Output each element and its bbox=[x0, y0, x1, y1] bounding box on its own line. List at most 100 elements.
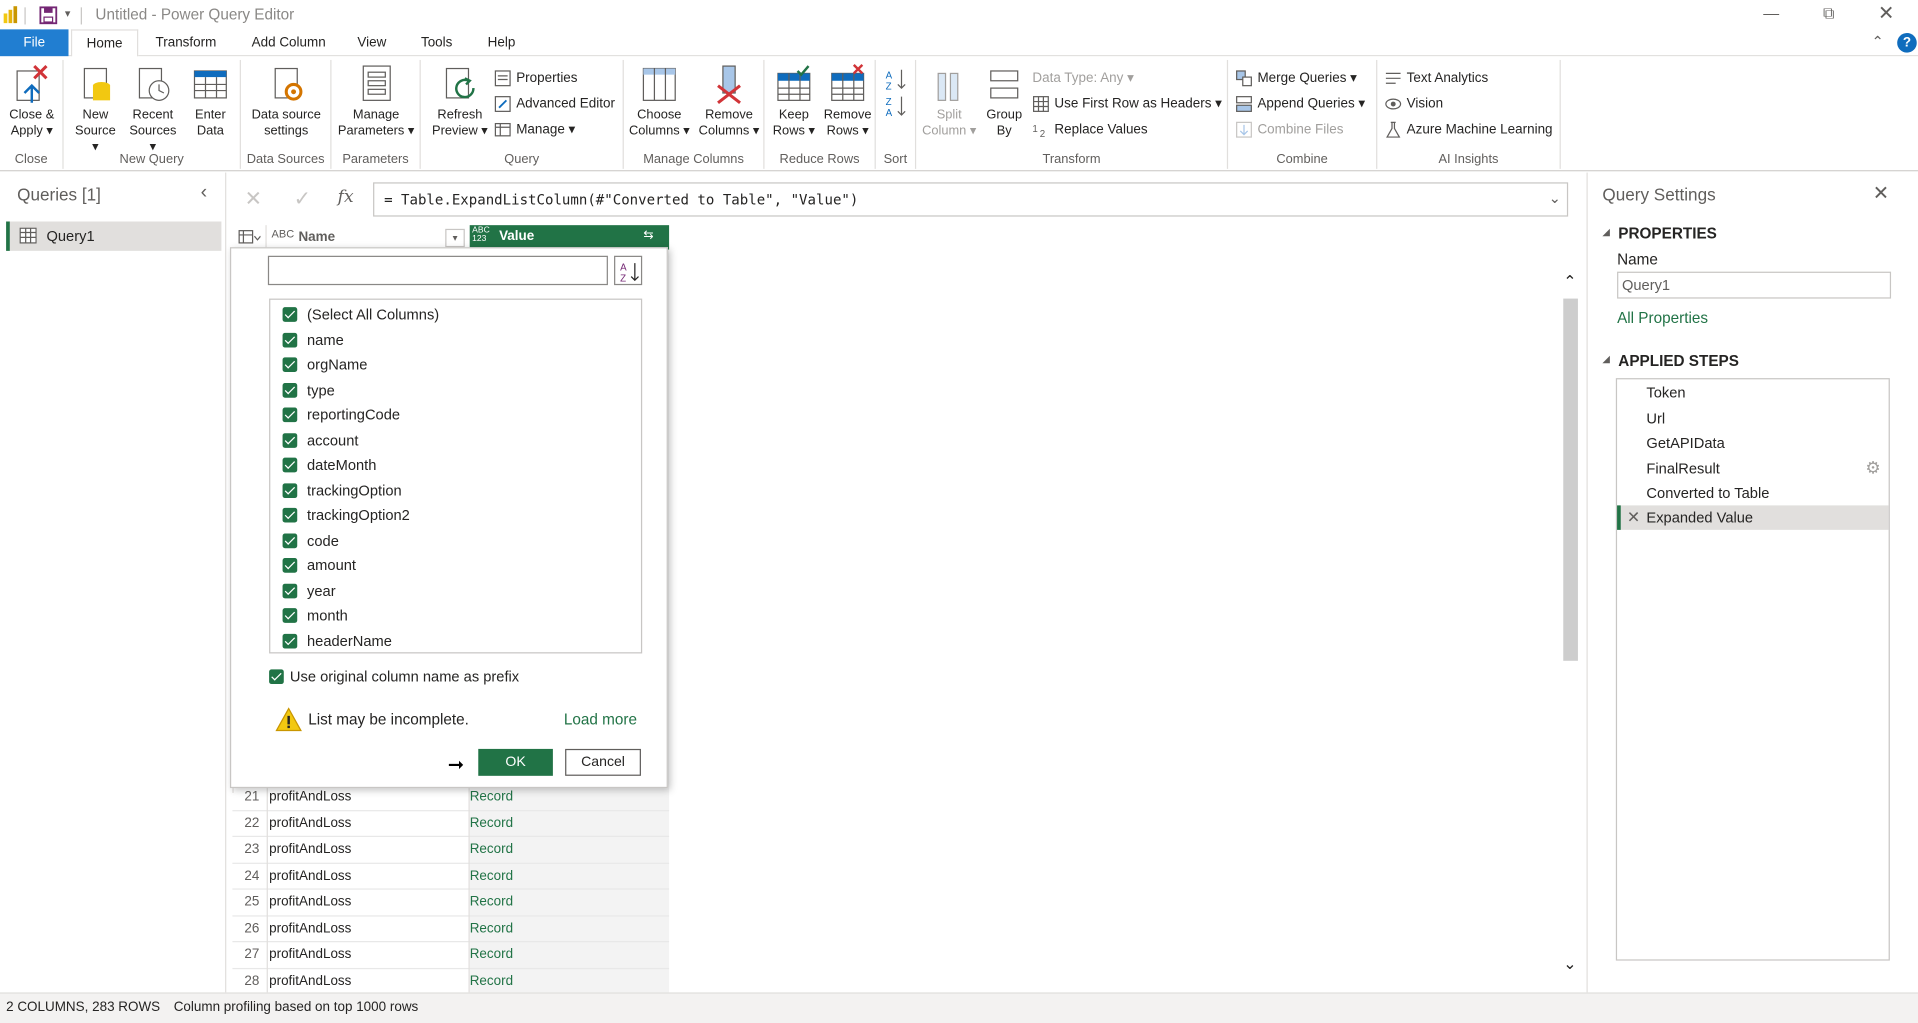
remove-rows-button[interactable]: Remove Rows ▾ bbox=[821, 63, 875, 140]
record-link[interactable]: Record bbox=[470, 789, 513, 804]
tab-add-column[interactable]: Add Column bbox=[242, 29, 335, 56]
combine-files-button[interactable]: Combine Files bbox=[1235, 119, 1343, 141]
ok-button[interactable]: OK bbox=[478, 748, 553, 776]
all-properties-link[interactable]: All Properties bbox=[1617, 310, 1708, 327]
quick-access-dropdown-icon[interactable]: ▾ bbox=[65, 7, 71, 20]
sort-descending-icon[interactable]: ZA bbox=[886, 94, 908, 122]
help-icon[interactable]: ? bbox=[1897, 33, 1917, 53]
refresh-preview-button[interactable]: Refresh Preview ▾ bbox=[431, 64, 490, 140]
group-by-button[interactable]: Group By bbox=[980, 64, 1029, 140]
text-type-icon[interactable]: ABC bbox=[272, 228, 295, 240]
collapse-properties-icon[interactable]: ◢ bbox=[1602, 226, 1610, 237]
table-row[interactable]: 28 profitAndLoss Record bbox=[232, 969, 670, 995]
sort-columns-button[interactable]: AZ bbox=[614, 255, 643, 286]
query-name-input[interactable]: Query1 bbox=[1617, 271, 1892, 299]
collapse-steps-icon[interactable]: ◢ bbox=[1602, 354, 1610, 365]
record-link[interactable]: Record bbox=[470, 868, 513, 883]
fx-icon[interactable]: fx bbox=[338, 187, 354, 207]
record-link[interactable]: Record bbox=[470, 973, 513, 988]
checkbox[interactable] bbox=[282, 307, 298, 322]
table-menu-icon[interactable] bbox=[232, 225, 267, 250]
scroll-down-icon[interactable]: ⌄ bbox=[1563, 954, 1576, 974]
record-link[interactable]: Record bbox=[470, 895, 513, 910]
column-search-input[interactable] bbox=[267, 255, 608, 286]
step-item[interactable]: GetAPIData bbox=[1617, 431, 1889, 455]
table-row[interactable]: 24 profitAndLoss Record bbox=[232, 863, 670, 890]
enter-data-button[interactable]: Enter Data bbox=[186, 64, 235, 140]
checkbox[interactable] bbox=[282, 332, 298, 347]
checkbox[interactable] bbox=[282, 457, 298, 473]
checkbox[interactable] bbox=[282, 482, 298, 498]
checkbox[interactable] bbox=[282, 382, 298, 398]
scrollbar-thumb[interactable] bbox=[1563, 298, 1578, 661]
close-apply-button[interactable]: Close & Apply ▾ bbox=[4, 64, 60, 140]
checkbox[interactable] bbox=[269, 669, 284, 685]
profiling-status[interactable]: Column profiling based on top 1000 rows bbox=[174, 1000, 419, 1015]
table-row[interactable]: 27 profitAndLoss Record bbox=[232, 942, 670, 969]
text-analytics-button[interactable]: Text Analytics bbox=[1385, 67, 1488, 89]
checkbox[interactable] bbox=[282, 432, 298, 448]
record-link[interactable]: Record bbox=[470, 947, 513, 962]
tab-view[interactable]: View bbox=[350, 29, 394, 56]
table-row[interactable]: 22 profitAndLoss Record bbox=[232, 811, 670, 838]
save-icon[interactable] bbox=[39, 6, 58, 28]
replace-values-button[interactable]: 1 2 Replace Values bbox=[1032, 119, 1147, 141]
any-type-icon[interactable]: ABC 123 bbox=[472, 226, 492, 243]
checkbox[interactable] bbox=[282, 558, 298, 573]
record-link[interactable]: Record bbox=[470, 816, 513, 831]
data-source-settings-button[interactable]: Data source settings bbox=[246, 64, 327, 140]
query-item[interactable]: Query1 bbox=[6, 221, 222, 251]
advanced-editor-button[interactable]: Advanced Editor bbox=[494, 93, 615, 115]
append-queries-button[interactable]: Append Queries ▾ bbox=[1235, 93, 1365, 115]
checkbox[interactable] bbox=[282, 583, 298, 598]
properties-button[interactable]: Properties bbox=[494, 67, 578, 89]
azure-ml-button[interactable]: Azure Machine Learning bbox=[1385, 119, 1553, 141]
remove-columns-button[interactable]: Remove Columns ▾ bbox=[695, 64, 763, 140]
tab-transform[interactable]: Transform bbox=[147, 29, 225, 56]
column-header-value[interactable]: ABC 123 Value ⇆ bbox=[469, 225, 670, 250]
table-row[interactable]: 23 profitAndLoss Record bbox=[232, 837, 670, 864]
delete-step-icon[interactable]: ✕ bbox=[1627, 508, 1640, 528]
commit-formula-icon[interactable]: ✓ bbox=[294, 187, 311, 211]
step-item[interactable]: Url bbox=[1617, 406, 1889, 430]
data-type-dropdown[interactable]: Data Type: Any ▾ bbox=[1032, 67, 1134, 89]
expand-formula-icon[interactable]: ⌄ bbox=[1549, 190, 1561, 207]
close-settings-icon[interactable]: ✕ bbox=[1873, 181, 1889, 205]
expand-column-icon[interactable]: ⇆ bbox=[643, 229, 653, 242]
step-item[interactable]: FinalResult ⚙ bbox=[1617, 456, 1889, 480]
collapse-ribbon-icon[interactable]: ⌃ bbox=[1871, 33, 1883, 50]
choose-columns-button[interactable]: Choose Columns ▾ bbox=[626, 64, 692, 140]
table-row[interactable]: 26 profitAndLoss Record bbox=[232, 916, 670, 943]
keep-rows-button[interactable]: Keep Rows ▾ bbox=[767, 64, 821, 140]
formula-input[interactable]: = Table.ExpandListColumn(#"Converted to … bbox=[373, 182, 1569, 217]
cancel-formula-icon[interactable]: ✕ bbox=[245, 187, 262, 211]
step-item-selected[interactable]: ✕ Expanded Value bbox=[1617, 505, 1889, 530]
record-link[interactable]: Record bbox=[470, 842, 513, 857]
restore-icon[interactable]: ⧉ bbox=[1816, 4, 1840, 26]
gear-icon[interactable]: ⚙ bbox=[1865, 457, 1880, 478]
merge-queries-button[interactable]: Merge Queries ▾ bbox=[1235, 67, 1357, 89]
table-row[interactable]: 25 profitAndLoss Record bbox=[232, 890, 670, 916]
scroll-up-icon[interactable]: ⌃ bbox=[1563, 272, 1576, 292]
vision-button[interactable]: Vision bbox=[1385, 93, 1443, 115]
tab-file[interactable]: File bbox=[0, 29, 69, 57]
tab-tools[interactable]: Tools bbox=[412, 29, 461, 56]
step-item[interactable]: Converted to Table bbox=[1617, 481, 1889, 505]
recent-sources-button[interactable]: Recent Sources ▾ bbox=[125, 64, 181, 156]
step-item[interactable]: Token bbox=[1617, 381, 1889, 405]
vertical-scrollbar[interactable]: ⌃ ⌄ bbox=[1561, 272, 1581, 979]
manage-parameters-button[interactable]: Manage Parameters ▾ bbox=[334, 64, 418, 140]
table-row[interactable]: 21 profitAndLoss Record bbox=[232, 784, 670, 811]
manage-button[interactable]: Manage ▾ bbox=[494, 119, 575, 141]
checkbox[interactable] bbox=[282, 633, 298, 648]
checkbox[interactable] bbox=[282, 357, 298, 373]
checkbox[interactable] bbox=[282, 608, 298, 623]
new-source-button[interactable]: New Source ▾ bbox=[71, 64, 120, 156]
tab-help[interactable]: Help bbox=[479, 29, 523, 56]
record-link[interactable]: Record bbox=[470, 921, 513, 936]
collapse-queries-icon[interactable]: ‹ bbox=[201, 182, 208, 204]
cancel-button[interactable]: Cancel bbox=[565, 748, 641, 776]
sort-ascending-icon[interactable]: AZ bbox=[886, 67, 908, 95]
checkbox[interactable] bbox=[282, 507, 298, 523]
first-row-headers-button[interactable]: Use First Row as Headers ▾ bbox=[1032, 93, 1222, 115]
